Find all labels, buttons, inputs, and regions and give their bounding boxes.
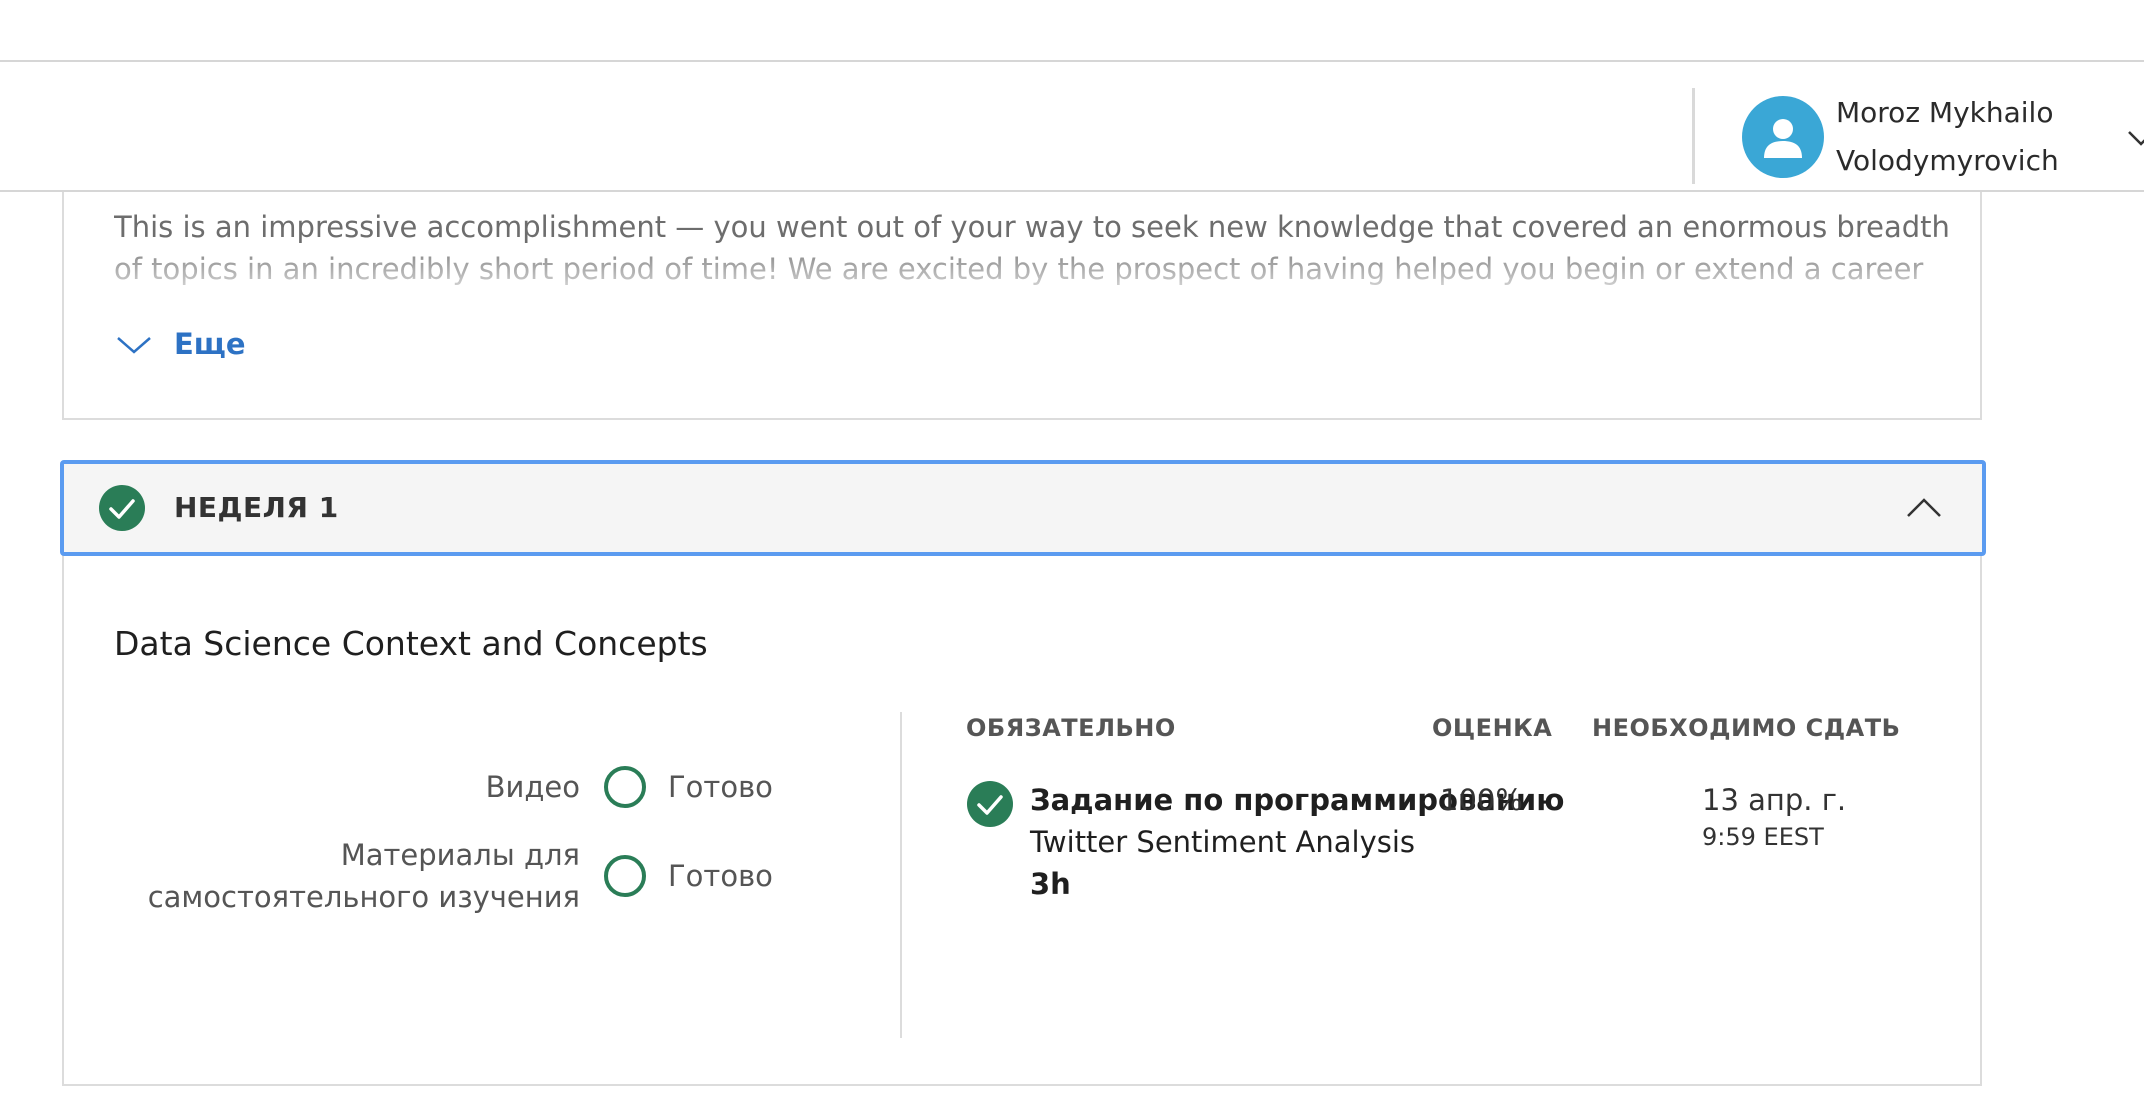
chevron-up-icon[interactable] [1904, 492, 1944, 522]
module-title: Data Science Context and Concepts [114, 624, 708, 663]
summary-label-readings-line1: Материалы для [340, 838, 580, 872]
chevron-down-icon [117, 337, 151, 354]
column-divider [900, 712, 902, 1038]
person-icon [1742, 96, 1824, 178]
header-divider [1692, 88, 1695, 184]
site-header: Moroz Mykhailo Volodymyrovich [0, 62, 2144, 192]
summary-status-readings: Готово [668, 859, 773, 893]
user-name-first: Moroz Mykhailo [1836, 96, 2054, 129]
assignment-due-date: 13 апр. г. [1702, 783, 1847, 817]
progress-ring-icon [604, 766, 646, 808]
user-name: Moroz Mykhailo Volodymyrovich [1836, 89, 2096, 185]
top-bar [0, 0, 2144, 62]
check-circle-icon [967, 781, 1013, 827]
summary-label-readings: Материалы для самостоятельного изучения [64, 834, 580, 918]
assignment-name[interactable]: Twitter Sentiment Analysis [1030, 822, 1415, 862]
show-more-button[interactable]: Еще [114, 314, 246, 374]
summary-label-readings-line2: самостоятельного изучения [147, 880, 580, 914]
column-header-grade: ОЦЕНКА [1432, 714, 1553, 742]
assignment-row[interactable]: Задание по программированию Twitter Sent… [966, 780, 1966, 920]
chevron-down-icon[interactable] [2126, 128, 2144, 148]
requirements-header: ОБЯЗАТЕЛЬНО ОЦЕНКА НЕОБХОДИМО СДАТЬ [64, 714, 1984, 754]
course-intro-card: This is an impressive accomplishment — y… [62, 192, 1982, 420]
progress-ring-icon [604, 855, 646, 897]
column-header-due: НЕОБХОДИМО СДАТЬ [1592, 714, 1901, 742]
summary-row-readings: Материалы для самостоятельного изучения … [64, 834, 902, 918]
summary-status-video: Готово [668, 770, 773, 804]
assignment-grade: 100% [1440, 783, 1523, 817]
week-card: НЕДЕЛЯ 1 Data Science Context and Concep… [60, 460, 1986, 1086]
assignment-duration: 3h [1030, 867, 1071, 901]
week-title: НЕДЕЛЯ 1 [174, 491, 339, 524]
assignment-due-time: 9:59 EEST [1702, 823, 1824, 851]
summary-row-video: Видео Готово [64, 766, 902, 808]
column-header-required: ОБЯЗАТЕЛЬНО [966, 714, 1176, 742]
show-more-label: Еще [174, 327, 246, 361]
check-circle-icon [99, 485, 145, 531]
user-name-second: Volodymyrovich [1836, 144, 2059, 177]
week-header-toggle[interactable]: НЕДЕЛЯ 1 [60, 460, 1986, 556]
course-intro-text: This is an impressive accomplishment — y… [114, 210, 1950, 286]
summary-label-video: Видео [485, 770, 580, 804]
user-menu[interactable]: Moroz Mykhailo Volodymyrovich [1742, 89, 2144, 185]
